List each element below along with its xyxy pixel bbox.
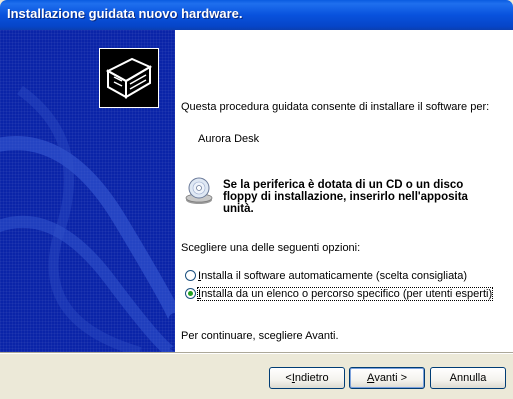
intro-text: Questa procedura guidata consente di ins… — [181, 101, 490, 113]
window-title: Installazione guidata nuovo hardware. — [7, 6, 243, 21]
device-name: Aurora Desk — [198, 133, 260, 145]
back-button[interactable]: < Indietro — [269, 367, 345, 389]
cancel-button[interactable]: Annulla — [430, 367, 506, 389]
cd-disc-icon — [185, 177, 213, 204]
radio-automatic[interactable] — [185, 270, 196, 281]
footer-divider-highlight — [0, 353, 513, 354]
wizard-side-panel — [0, 30, 175, 352]
continue-hint: Per continuare, scegliere Avanti. — [181, 330, 339, 342]
wizard-content: Questa procedura guidata consente di ins… — [175, 30, 513, 352]
next-button[interactable]: Avanti > — [349, 367, 425, 389]
radio-from-list[interactable] — [185, 288, 196, 299]
option-from-list-label: Installa da un elenco o percorso specifi… — [196, 287, 494, 301]
option-install-automatic[interactable]: Installa il software automaticamente (sc… — [185, 270, 467, 282]
option-install-from-list[interactable]: Installa da un elenco o percorso specifi… — [185, 287, 494, 301]
hardware-card-icon — [99, 48, 159, 108]
cd-insert-notice: Se la periferica è dotata di un CD o un … — [223, 179, 468, 215]
option-automatic-label: Installa il software automaticamente (sc… — [198, 270, 468, 282]
options-prompt: Scegliere una delle seguenti opzioni: — [181, 242, 361, 254]
title-bar[interactable]: Installazione guidata nuovo hardware. — [0, 0, 513, 30]
